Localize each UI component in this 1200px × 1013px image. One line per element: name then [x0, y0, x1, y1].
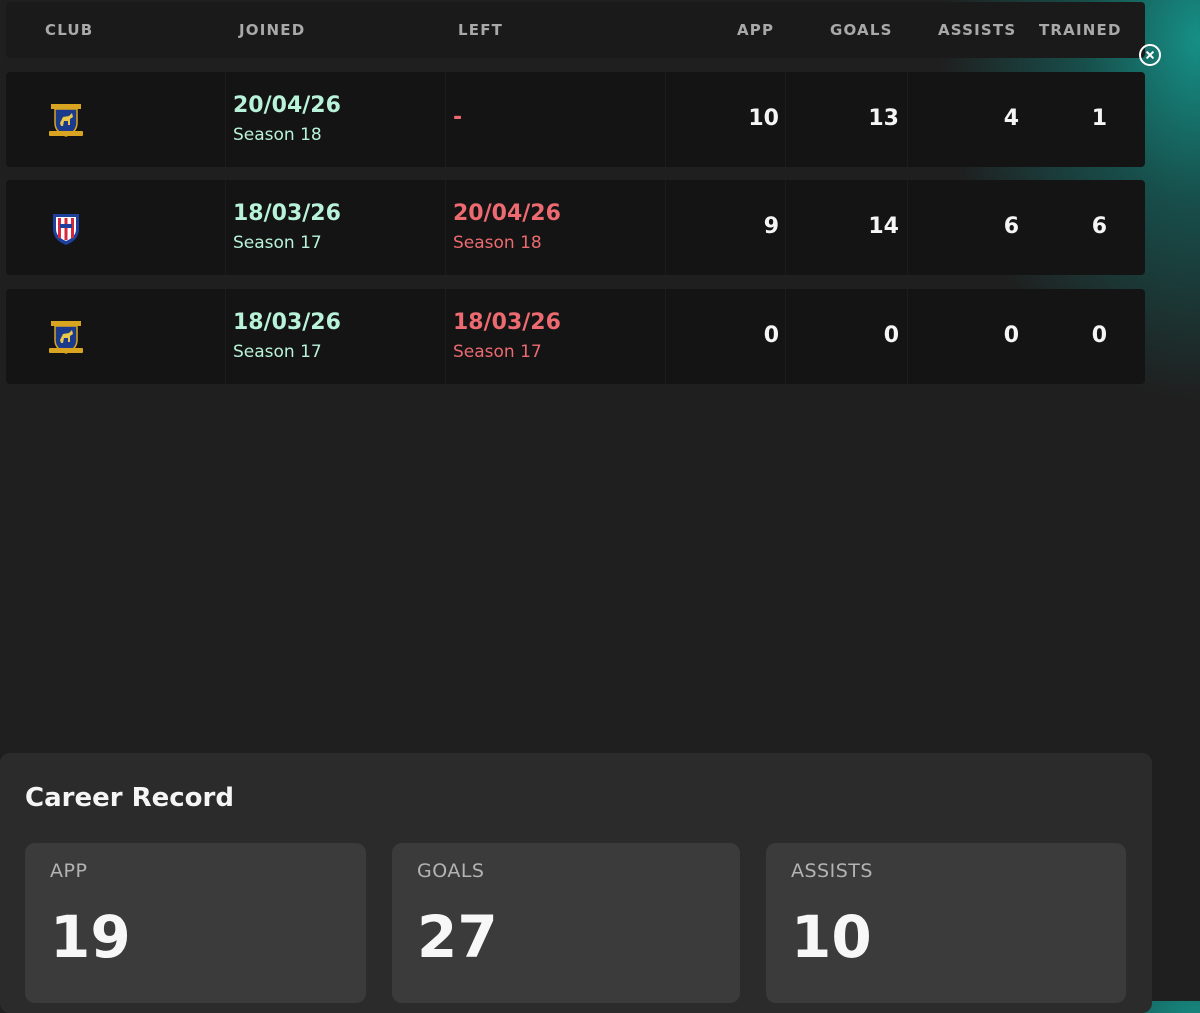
header-goals: GOALS — [830, 21, 893, 39]
joined-date: 18/03/26 — [233, 201, 341, 226]
joined-season: Season 18 — [233, 125, 322, 145]
joined-season: Season 17 — [233, 233, 322, 253]
career-card-value: 19 — [50, 903, 131, 971]
column-divider — [907, 289, 908, 384]
left-date: 18/03/26 — [453, 310, 561, 335]
header-joined: JOINED — [239, 21, 306, 39]
career-card-label: ASSISTS — [791, 860, 873, 882]
career-card-assists: ASSISTS 10 — [766, 843, 1126, 1003]
column-divider — [445, 72, 446, 167]
stat-goals: 14 — [868, 214, 899, 239]
stat-assists: 6 — [1003, 214, 1019, 239]
joined-date: 20/04/26 — [233, 93, 341, 118]
column-divider — [785, 180, 786, 275]
horse-shield-crest-icon — [48, 318, 84, 356]
column-divider — [225, 289, 226, 384]
column-divider — [665, 289, 666, 384]
career-card-app: APP 19 — [25, 843, 366, 1003]
stat-app: 9 — [763, 214, 779, 239]
column-divider — [445, 180, 446, 275]
left-date: - — [453, 105, 463, 130]
stat-trained: 0 — [1091, 323, 1107, 348]
stat-app: 0 — [763, 323, 779, 348]
striped-shield-crest-icon — [48, 209, 84, 247]
table-row[interactable]: 18/03/26 Season 17 20/04/26 Season 18 9 … — [6, 180, 1145, 275]
horse-shield-crest-icon — [48, 101, 84, 139]
career-card-label: APP — [50, 860, 88, 882]
close-icon[interactable] — [1139, 44, 1161, 66]
table-row[interactable]: 18/03/26 Season 17 18/03/26 Season 17 0 … — [6, 289, 1145, 384]
career-card-label: GOALS — [417, 860, 485, 882]
left-season: Season 17 — [453, 342, 542, 362]
column-divider — [785, 72, 786, 167]
career-record-title: Career Record — [25, 783, 234, 813]
stat-trained: 6 — [1091, 214, 1107, 239]
left-date: 20/04/26 — [453, 201, 561, 226]
column-divider — [665, 180, 666, 275]
table-header: CLUB JOINED LEFT APP GOALS ASSISTS TRAIN… — [6, 2, 1145, 58]
header-trained: TRAINED — [1039, 21, 1122, 39]
joined-season: Season 17 — [233, 342, 322, 362]
career-card-value: 10 — [791, 903, 872, 971]
header-assists: ASSISTS — [938, 21, 1017, 39]
career-record-panel: Career Record APP 19 GOALS 27 ASSISTS 10 — [0, 753, 1152, 1013]
stat-trained: 1 — [1091, 106, 1107, 131]
stat-assists: 4 — [1003, 106, 1019, 131]
table-row[interactable]: 20/04/26 Season 18 - 10 13 4 1 — [6, 72, 1145, 167]
column-divider — [445, 289, 446, 384]
stat-goals: 13 — [868, 106, 899, 131]
stat-assists: 0 — [1003, 323, 1019, 348]
column-divider — [785, 289, 786, 384]
column-divider — [225, 180, 226, 275]
left-season: Season 18 — [453, 233, 542, 253]
joined-date: 18/03/26 — [233, 310, 341, 335]
column-divider — [907, 180, 908, 275]
header-left: LEFT — [458, 21, 504, 39]
stat-app: 10 — [748, 106, 779, 131]
career-card-goals: GOALS 27 — [392, 843, 740, 1003]
header-app: APP — [737, 21, 775, 39]
header-club: CLUB — [45, 21, 94, 39]
column-divider — [907, 72, 908, 167]
column-divider — [665, 72, 666, 167]
column-divider — [225, 72, 226, 167]
career-card-value: 27 — [417, 903, 498, 971]
stat-goals: 0 — [883, 323, 899, 348]
